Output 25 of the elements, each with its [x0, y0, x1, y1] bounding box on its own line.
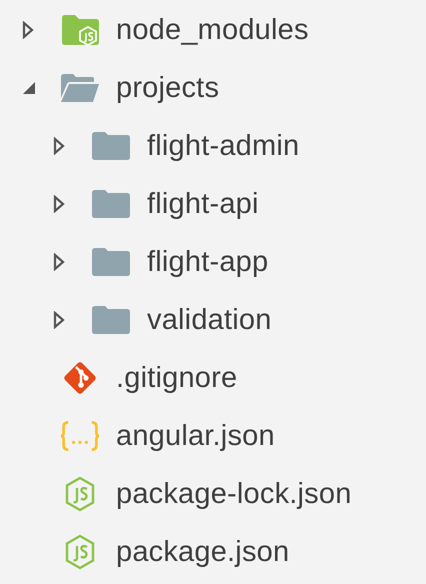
tree-item-label[interactable]: node_modules: [116, 14, 309, 46]
folder-icon: [92, 306, 130, 334]
js-hexagon-icon: [64, 476, 96, 512]
collapsed-arrow-icon[interactable]: [53, 253, 65, 271]
collapsed-arrow-icon[interactable]: [53, 311, 65, 329]
tree-item-label[interactable]: .gitignore: [116, 362, 238, 394]
tree-item-label[interactable]: package-lock.json: [116, 478, 352, 510]
tree-item-label[interactable]: package.json: [116, 536, 290, 568]
open-folder-icon: [61, 74, 99, 102]
collapsed-arrow-icon[interactable]: [53, 195, 65, 213]
collapsed-arrow-icon[interactable]: [22, 21, 34, 39]
tree-item-label[interactable]: flight-app: [147, 246, 268, 278]
folder-icon: [92, 132, 130, 160]
expanded-arrow-icon[interactable]: [22, 81, 36, 95]
js-hexagon-icon: [64, 534, 96, 570]
tree-item-label[interactable]: angular.json: [116, 420, 275, 452]
tree-item-label[interactable]: validation: [147, 304, 272, 336]
curly-braces-icon: [60, 419, 100, 453]
collapsed-arrow-icon[interactable]: [53, 137, 65, 155]
js-folder-icon: [62, 15, 98, 45]
folder-icon: [92, 248, 130, 276]
tree-item-label[interactable]: flight-api: [147, 188, 259, 220]
folder-icon: [92, 190, 130, 218]
tree-item-label[interactable]: flight-admin: [147, 130, 300, 162]
tree-item-label[interactable]: projects: [116, 72, 220, 104]
